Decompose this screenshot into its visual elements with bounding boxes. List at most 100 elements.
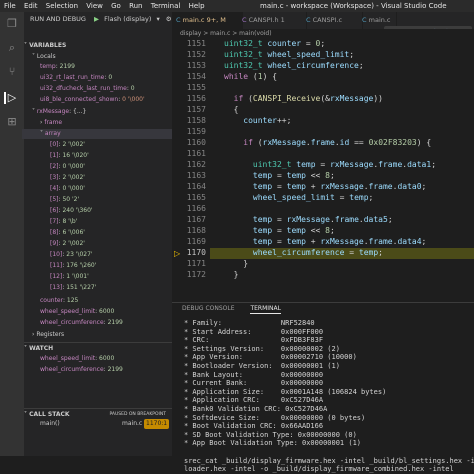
array-element-row[interactable]: [6]: 240 '\360' [50,206,93,216]
array-element-row[interactable]: [0]: 2 '\002' [50,140,85,150]
variable-row[interactable]: ui32_rt_last_run_time: 0 [40,73,112,83]
code-line[interactable]: uint32_t wheel_speed_limit; [224,50,354,59]
search-icon[interactable]: ⌕ [6,42,18,54]
breadcrumb[interactable]: display > main.c > main(void) [172,29,474,39]
menu-file[interactable]: File [4,2,16,10]
array-value: 2 '\002' [62,141,85,148]
call-stack-frame[interactable]: main() main.c 1170:1 [40,419,170,429]
chevron-down-icon: ˅ [24,411,27,418]
activity-bar: ❐ ⌕ ⑂ ▷ ⊞ [0,12,24,456]
code-line[interactable]: if (rxMessage.frame.id == 0x02F83203) { [224,138,431,147]
variable-row[interactable]: temp: 2199 [40,62,75,72]
code-line[interactable]: } [224,270,239,279]
code-line[interactable]: uint32_t temp = rxMessage.frame.data1; [224,160,436,169]
terminal-line: * Application Size: 0x0001A148 (106824 b… [184,387,387,396]
start-debug-icon[interactable]: ▶ [94,15,99,23]
explorer-icon[interactable]: ❐ [6,18,18,30]
array-element-row[interactable]: [8]: 6 '\006' [50,228,85,238]
array-element-row[interactable]: [3]: 2 '\002' [50,173,85,183]
array-element-row[interactable]: [13]: 151 '\227' [50,283,96,293]
tab-label: CANSPI.c [312,16,343,24]
menu-go[interactable]: Go [111,2,121,10]
array-index: [13] [50,284,63,291]
tab-terminal[interactable]: TERMINAL [250,305,281,314]
line-number: 1153 [186,61,206,70]
array-element-row[interactable]: [12]: 1 '\001' [50,272,89,282]
menu-help[interactable]: Help [189,2,205,10]
menu-view[interactable]: View [86,2,103,10]
locals-scope[interactable]: ˅ Locals [32,52,56,62]
array-element-row[interactable]: [7]: 8 '\b' [50,217,77,227]
locals-label: Locals [36,53,56,60]
array-value: 50 '2' [62,196,80,203]
terminal-line: * Start Address: 0x000FF000 [184,327,324,336]
code-line[interactable]: uint32_t wheel_circumference; [224,61,364,70]
menu-terminal[interactable]: Terminal [151,2,181,10]
watch-section[interactable]: ˅ WATCH [24,342,172,354]
debug-pointer-icon: ▷ [174,249,181,258]
variable-row[interactable]: ui8_ble_connected_shown: 0 '\000' [40,95,145,105]
code-line[interactable]: while (1) { [224,72,277,81]
code-line[interactable]: temp = temp + rxMessage.frame.data4; [224,237,426,246]
tab-canspi-c[interactable]: C CANSPI.c [302,12,363,29]
variable-name: counter [40,297,63,304]
frame-name: main() [40,420,60,427]
code-line[interactable]: temp = temp + rxMessage.frame.data0; [224,182,426,191]
frame-line-badge: 1170:1 [144,419,170,429]
code-line[interactable]: temp = rxMessage.frame.data5; [224,215,393,224]
array-element-row[interactable]: [4]: 0 '\000' [50,184,85,194]
array-index: [11] [50,262,63,269]
variable-name: ui8_ble_connected_shown [40,96,119,103]
extensions-icon[interactable]: ⊞ [6,116,18,128]
array-element-row[interactable]: [11]: 176 '\260' [50,261,96,271]
code-editor[interactable]: 1151 uint32_t counter = 0; 1152 uint32_t wh… [172,39,474,294]
array-element-row[interactable]: [10]: 23 '\027' [50,250,93,260]
menu-edit[interactable]: Edit [24,2,38,10]
variable-name: wheel_speed_limit [40,308,96,315]
variable-row[interactable]: wheel_speed_limit: 6000 [40,307,114,317]
run-debug-label: RUN AND DEBUG [30,15,86,23]
debug-config-select[interactable]: Flash (display) [104,15,151,23]
array-element-row[interactable]: [9]: 2 '\002' [50,239,85,249]
variable-row-selected[interactable]: ˅ array [22,129,190,139]
variable-name: wheel_circumference [40,319,104,326]
variable-row[interactable]: › frame [40,118,62,128]
code-line[interactable]: temp = temp << 8; [224,171,335,180]
code-line[interactable]: temp = temp << 8; [224,226,335,235]
array-element-row[interactable]: [5]: 50 '2' [50,195,79,205]
variable-row[interactable]: wheel_circumference: 2199 [40,318,123,328]
terminal-line: * Bank Layout: 0x00000000 [184,370,324,379]
source-control-icon[interactable]: ⑂ [6,66,18,78]
tab-canspi-h[interactable]: C CANSPI.h 1 [238,12,307,29]
menu-selection[interactable]: Selection [46,2,78,10]
chevron-down-icon[interactable]: ▾ [156,15,159,23]
array-element-row[interactable]: [1]: 16 '\020' [50,151,89,161]
variable-row[interactable]: ui32_dfucheck_last_run_time: 0 [40,84,135,94]
line-number: 1169 [186,237,206,246]
code-line[interactable]: wheel_speed_limit = temp; [224,193,373,202]
code-line[interactable]: wheel_circumference = temp; [224,248,383,257]
gear-icon[interactable]: ⚙ [166,15,172,23]
array-index: [6] [50,207,59,214]
code-line[interactable]: { [224,105,239,114]
run-debug-icon[interactable]: ▷ [4,92,18,104]
window-title: main.c - workspace (Workspace) - Visual … [260,2,447,10]
tab-main-c[interactable]: C main.c 9+, M [172,12,243,29]
h-file-icon: C [242,16,247,24]
variable-value: 0 [130,85,135,92]
tab-debug-console[interactable]: DEBUG CONSOLE [182,305,235,312]
watch-row[interactable]: wheel_circumference: 2199 [40,365,123,375]
line-number: 1165 [186,193,206,202]
code-line[interactable]: if (CANSPI_Receive(&rxMessage)) [224,94,383,103]
registers-scope[interactable]: › Registers [32,330,64,340]
variable-row[interactable]: ˅ rxMessage: {...} [32,107,86,117]
array-element-row[interactable]: [2]: 0 '\000' [50,162,85,172]
watch-row[interactable]: wheel_speed_limit: 6000 [40,354,114,364]
watch-name: wheel_speed_limit [40,355,96,362]
code-line[interactable]: counter++; [224,116,291,125]
code-line[interactable]: } [224,259,248,268]
variables-section[interactable]: ˅ VARIABLES [24,40,172,51]
variable-row[interactable]: counter: 125 [40,296,78,306]
menu-run[interactable]: Run [129,2,142,10]
code-line[interactable]: uint32_t counter = 0; [224,39,325,48]
